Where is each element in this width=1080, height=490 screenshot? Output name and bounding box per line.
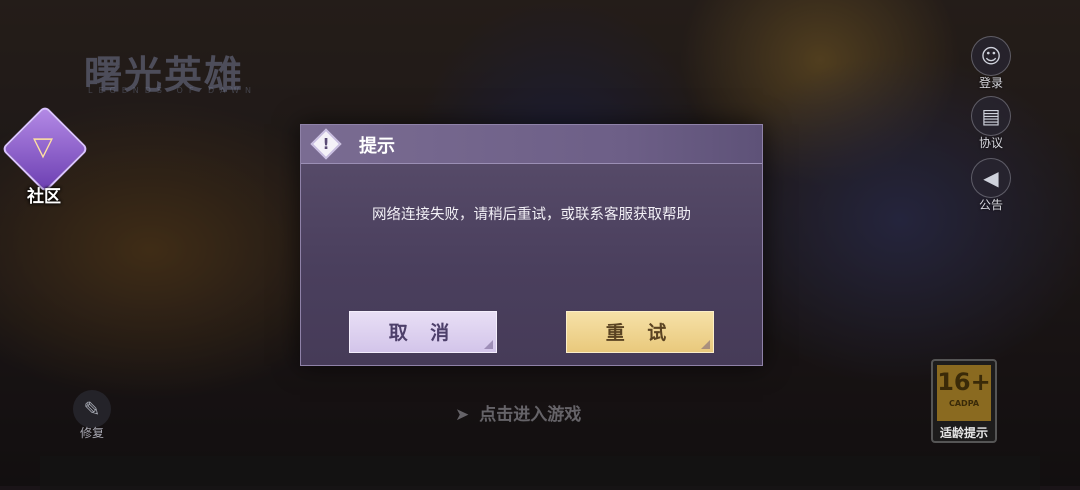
age-rating-label: 适龄提示 [939, 426, 988, 440]
megaphone-icon: ◀ [971, 158, 1011, 198]
repair-label: 修复 [79, 426, 104, 440]
cancel-button[interactable]: 取 消 [349, 311, 497, 353]
cancel-label: 取 消 [388, 322, 458, 344]
enter-game-label: 点击进入游戏 [479, 405, 582, 425]
alert-dialog: ! 提示 网络连接失败，请稍后重试，或联系客服获取帮助 取 消 重 试 [300, 124, 763, 366]
community-button[interactable]: ▽ 社区 [1, 105, 89, 207]
dialog-message: 网络连接失败，请稍后重试，或联系客服获取帮助 [372, 207, 691, 223]
age-rating-badge[interactable]: 16+ CADPA 适龄提示 [931, 359, 997, 443]
community-star-icon: ▽ [33, 132, 53, 162]
age-rating-org: CADPA [948, 399, 980, 408]
footer-disclaimer [40, 456, 1040, 490]
play-arrow-icon: ➤ [455, 405, 470, 425]
community-label: 社区 [27, 187, 61, 207]
agreement-label: 协议 [978, 136, 1003, 150]
user-icon: ☺ [971, 36, 1011, 76]
warning-exclamation: ! [322, 135, 330, 153]
age-rating-number: 16+ [937, 368, 991, 396]
login-button[interactable]: ☺ 登录 [969, 36, 1013, 91]
announcement-label: 公告 [978, 198, 1003, 212]
retry-button[interactable]: 重 试 [566, 311, 714, 353]
enter-game-button[interactable]: ➤ 点击进入游戏 [455, 400, 655, 425]
login-label: 登录 [978, 76, 1003, 90]
retry-label: 重 试 [605, 322, 675, 344]
retry-corner-decoration [701, 340, 710, 349]
agreement-button[interactable]: ▤ 协议 [969, 96, 1013, 151]
game-logo-subtitle: LEGENDS OF DAWN [88, 86, 257, 95]
wrench-icon: ✎ [73, 390, 111, 428]
dialog-header: ! 提示 [301, 125, 762, 164]
announcement-button[interactable]: ◀ 公告 [969, 158, 1013, 213]
repair-button[interactable]: ✎ 修复 [70, 390, 114, 441]
document-icon: ▤ [971, 96, 1011, 136]
cancel-corner-decoration [484, 340, 493, 349]
dialog-title: 提示 [359, 136, 395, 157]
age-rating-box: 16+ CADPA [937, 365, 991, 421]
